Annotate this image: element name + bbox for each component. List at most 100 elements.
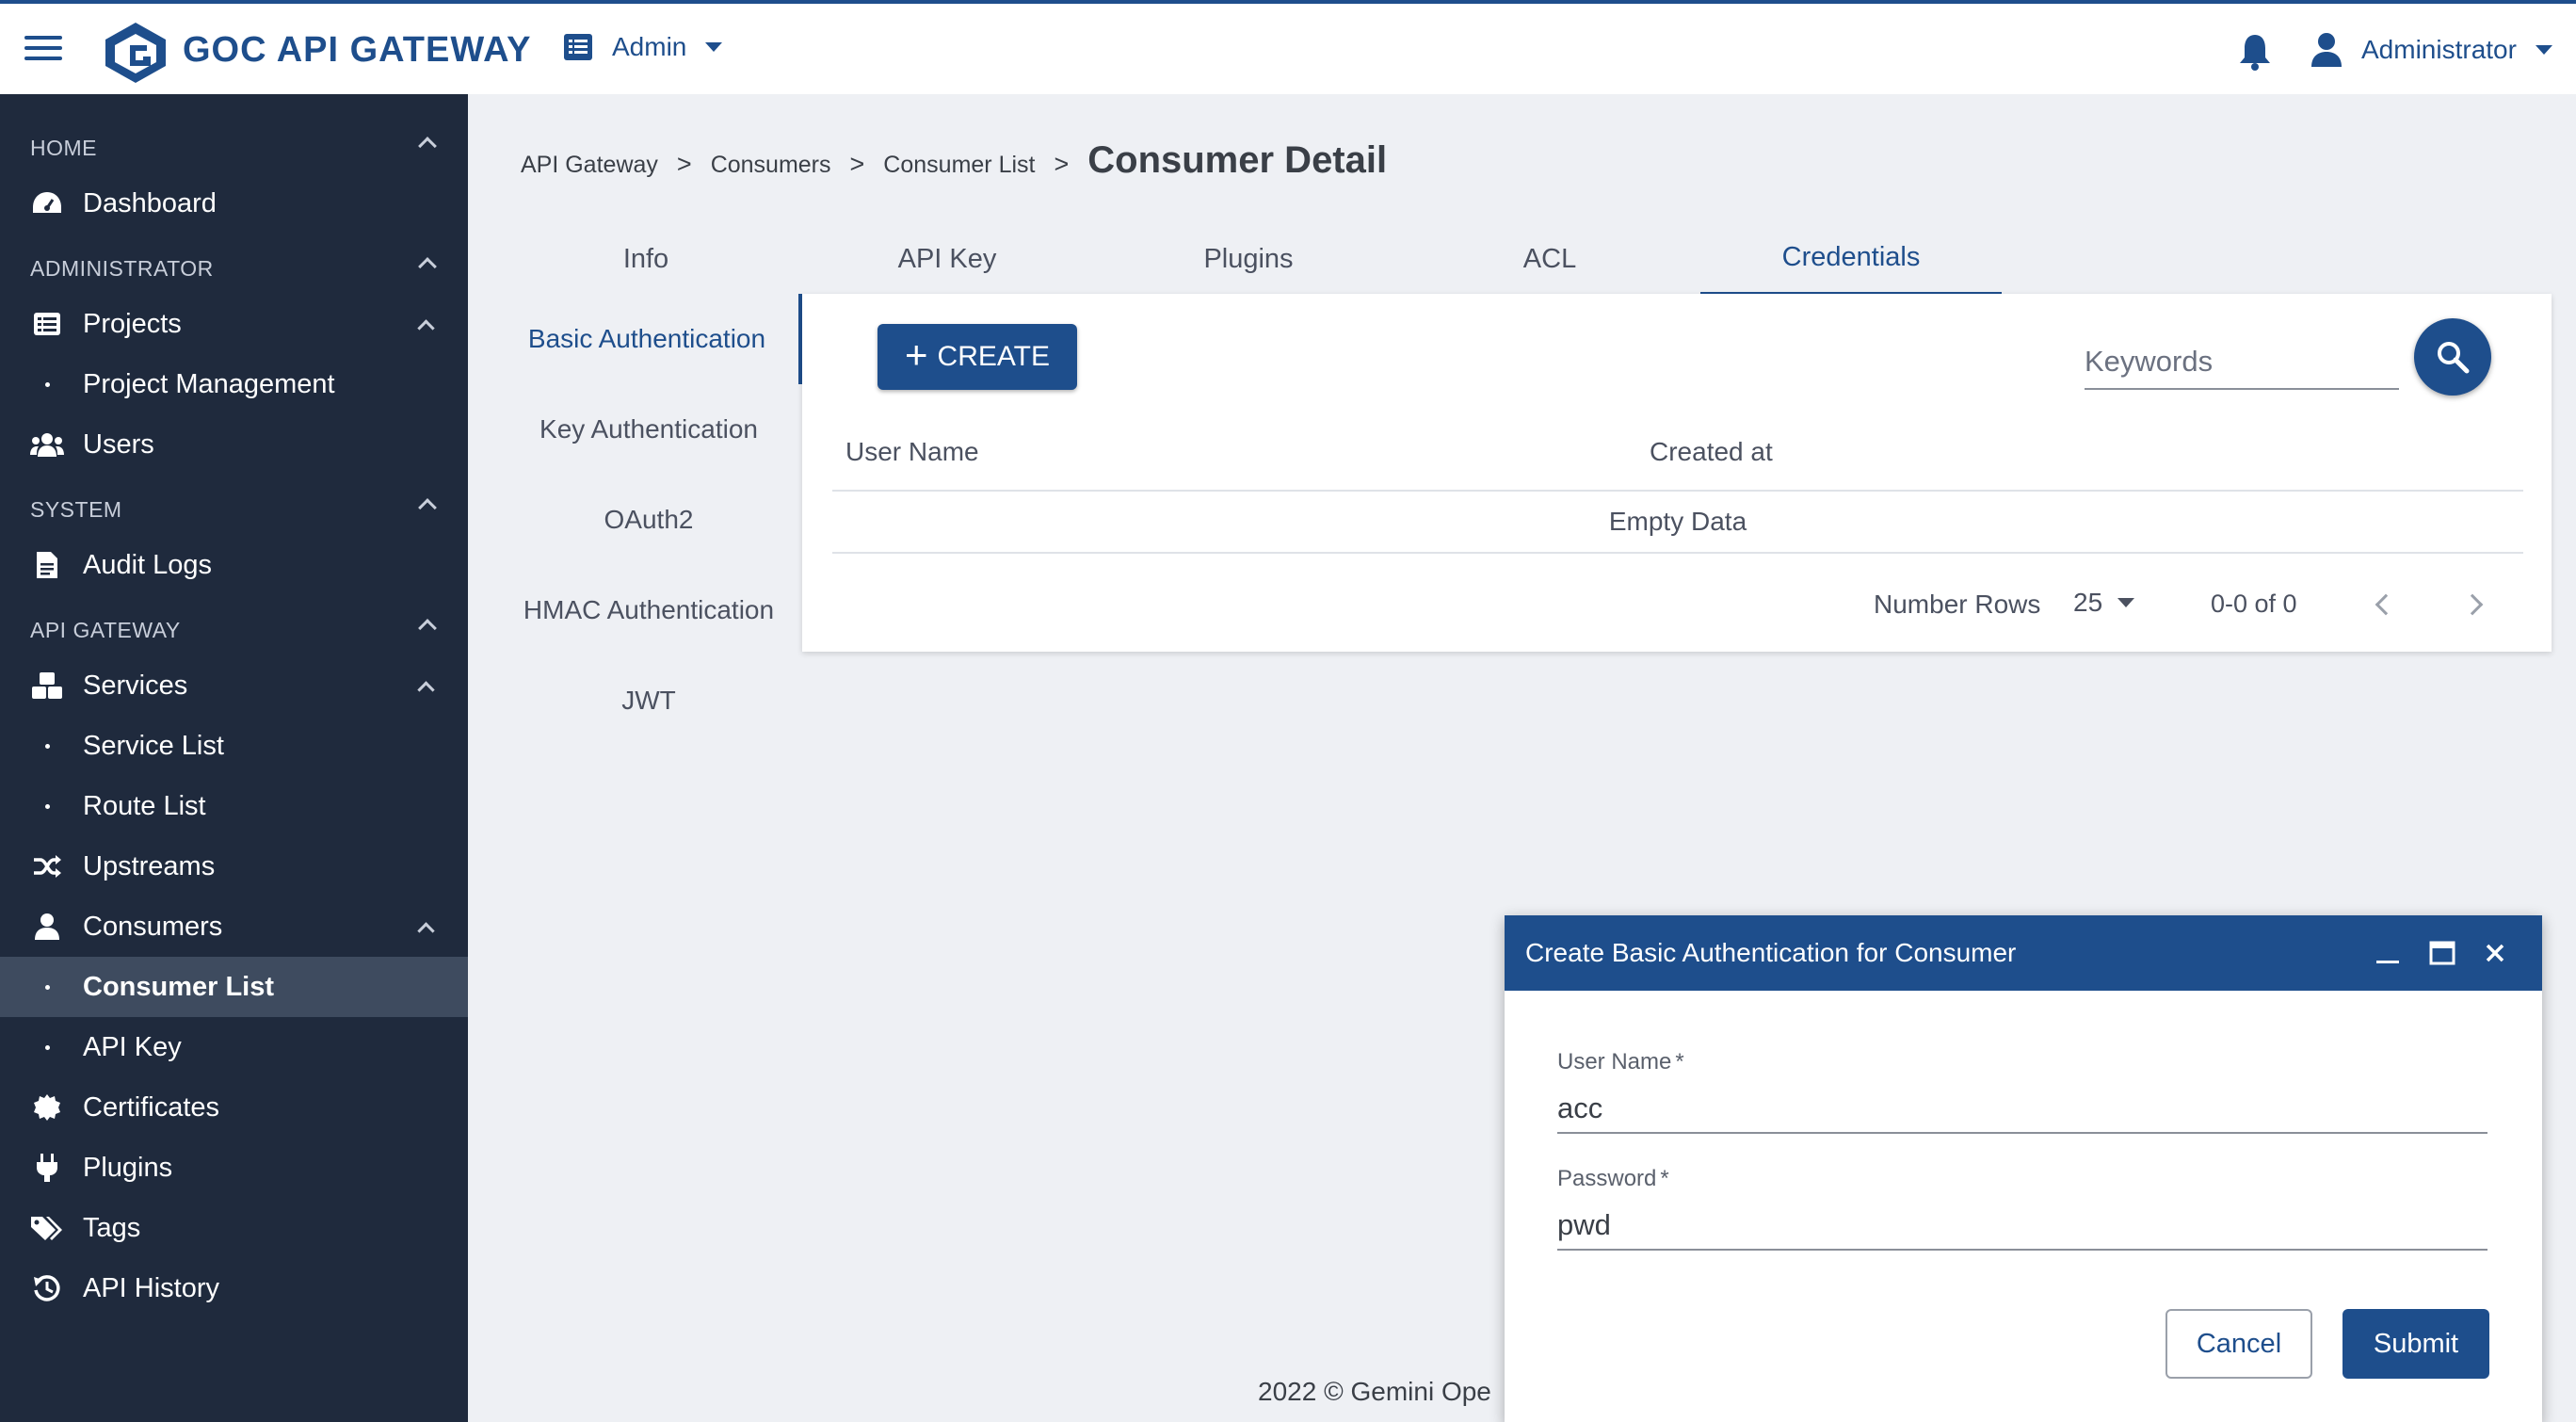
search-input[interactable] (2085, 335, 2399, 390)
tab-oauth2[interactable]: OAuth2 (495, 475, 802, 565)
credentials-panel: + CREATE User Name Created at Empty Data… (802, 294, 2552, 652)
close-icon[interactable] (2478, 936, 2512, 970)
tab-jwt[interactable]: JWT (495, 655, 802, 746)
sidebar-item-project-management[interactable]: Project Management (0, 354, 468, 414)
breadcrumb-item-api-gateway[interactable]: API Gateway (521, 152, 658, 179)
sidebar-item-dashboard[interactable]: Dashboard (0, 173, 468, 234)
top-bar: GOC API GATEWAY Admin Administrator (0, 0, 2576, 94)
password-label: Password * (1557, 1166, 1669, 1192)
sidebar-item-label: Services (83, 670, 188, 701)
create-button[interactable]: + CREATE (877, 324, 1077, 390)
search-button[interactable] (2414, 318, 2491, 396)
tab-info[interactable]: Info (495, 222, 797, 296)
workspace-label: Admin (612, 32, 687, 61)
history-icon (30, 1271, 64, 1305)
chevron-up-icon[interactable] (418, 498, 437, 517)
submit-button[interactable]: Submit (2343, 1309, 2489, 1379)
workspace-switcher[interactable]: Admin (563, 32, 723, 62)
user-menu[interactable]: Administrator (2310, 32, 2552, 68)
sidebar-item-label: Projects (83, 308, 182, 339)
column-header-user-name[interactable]: User Name (845, 437, 979, 467)
tab-hmac-authentication[interactable]: HMAC Authentication (495, 565, 802, 655)
bullet-icon (45, 1044, 50, 1050)
section-administrator: ADMINISTRATOR (30, 256, 214, 281)
sidebar-item-label: Route List (83, 790, 206, 821)
bullet-icon (45, 381, 50, 387)
section-api-gateway: API GATEWAY (30, 618, 181, 642)
notification-bell-icon[interactable] (2237, 32, 2273, 72)
sidebar: HOME Dashboard ADMINISTRATOR Projects Pr… (0, 94, 468, 1422)
tab-plugins[interactable]: Plugins (1098, 222, 1399, 296)
rows-per-page-label: Number Rows (1874, 590, 2041, 619)
breadcrumb-separator: > (849, 150, 865, 178)
sidebar-item-label: Service List (83, 730, 224, 761)
dialog-title: Create Basic Authentication for Consumer (1525, 938, 2017, 967)
create-basic-auth-dialog: Create Basic Authentication for Consumer… (1505, 915, 2542, 1422)
tab-key-authentication[interactable]: Key Authentication (495, 384, 802, 475)
sidebar-item-label: Consumers (83, 911, 223, 942)
cancel-button[interactable]: Cancel (2165, 1309, 2312, 1379)
chevron-up-icon (417, 318, 435, 337)
sidebar-item-service-list[interactable]: Service List (0, 716, 468, 776)
document-icon (30, 548, 64, 582)
section-system: SYSTEM (30, 497, 122, 522)
username-field[interactable] (1557, 1085, 2487, 1134)
breadcrumb-separator: > (676, 150, 692, 178)
tab-basic-authentication[interactable]: Basic Authentication (495, 294, 802, 384)
sidebar-item-consumer-list[interactable]: Consumer List (0, 957, 468, 1017)
certificate-icon (30, 1091, 64, 1124)
tags-icon (30, 1211, 64, 1245)
chevron-up-icon[interactable] (418, 619, 437, 638)
chevron-up-icon (417, 921, 435, 940)
sidebar-item-upstreams[interactable]: Upstreams (0, 836, 468, 897)
sidebar-item-plugins[interactable]: Plugins (0, 1138, 468, 1198)
chevron-up-icon[interactable] (418, 257, 437, 276)
sidebar-item-route-list[interactable]: Route List (0, 776, 468, 836)
required-mark: * (1660, 1166, 1669, 1191)
chevron-up-icon (417, 680, 435, 699)
tab-acl[interactable]: ACL (1399, 222, 1700, 296)
sidebar-item-projects[interactable]: Projects (0, 294, 468, 354)
chevron-up-icon[interactable] (418, 137, 437, 155)
user-name-label: Administrator (2361, 35, 2517, 64)
minimize-icon[interactable] (2371, 936, 2405, 970)
brand-title: GOC API GATEWAY (183, 30, 532, 70)
dashboard-icon (30, 186, 64, 220)
menu-toggle-icon[interactable] (24, 36, 62, 64)
sidebar-item-tags[interactable]: Tags (0, 1198, 468, 1258)
sidebar-item-certificates[interactable]: Certificates (0, 1077, 468, 1138)
required-mark: * (1675, 1049, 1684, 1075)
sidebar-item-label: API History (83, 1272, 220, 1303)
sidebar-item-users[interactable]: Users (0, 414, 468, 475)
sidebar-item-label: Dashboard (83, 187, 217, 218)
user-avatar-icon (2311, 33, 2342, 67)
bullet-icon (45, 803, 50, 809)
sidebar-item-label: Plugins (83, 1152, 173, 1183)
footer-copyright: 2022 © Gemini Ope (1258, 1377, 1491, 1406)
sidebar-item-label: Audit Logs (83, 549, 213, 580)
password-field[interactable] (1557, 1202, 2487, 1251)
column-header-created-at[interactable]: Created at (1650, 437, 1773, 467)
sidebar-item-label: Upstreams (83, 850, 216, 881)
user-icon (30, 910, 64, 944)
rows-per-page-select[interactable]: 25 (2073, 588, 2135, 618)
chevron-right-icon[interactable] (2461, 593, 2484, 616)
sidebar-item-api-key[interactable]: API Key (0, 1017, 468, 1077)
chevron-left-icon[interactable] (2375, 593, 2397, 616)
tab-credentials[interactable]: Credentials (1700, 222, 2002, 296)
password-label-text: Password (1557, 1166, 1657, 1191)
sidebar-item-audit-logs[interactable]: Audit Logs (0, 535, 468, 595)
cubes-icon (30, 669, 64, 703)
sidebar-item-label: Users (83, 428, 154, 460)
maximize-icon[interactable] (2425, 936, 2459, 970)
breadcrumb-item-consumer-list[interactable]: Consumer List (883, 152, 1035, 179)
tab-api-key[interactable]: API Key (797, 222, 1098, 296)
sidebar-item-consumers[interactable]: Consumers (0, 897, 468, 957)
sidebar-item-api-history[interactable]: API History (0, 1258, 468, 1318)
table-divider (832, 490, 2523, 492)
table-divider (832, 552, 2523, 554)
breadcrumb-item-consumers[interactable]: Consumers (711, 152, 831, 179)
sidebar-item-services[interactable]: Services (0, 655, 468, 716)
sidebar-item-label: Project Management (83, 368, 335, 399)
sidebar-item-label: Consumer List (83, 971, 275, 1002)
